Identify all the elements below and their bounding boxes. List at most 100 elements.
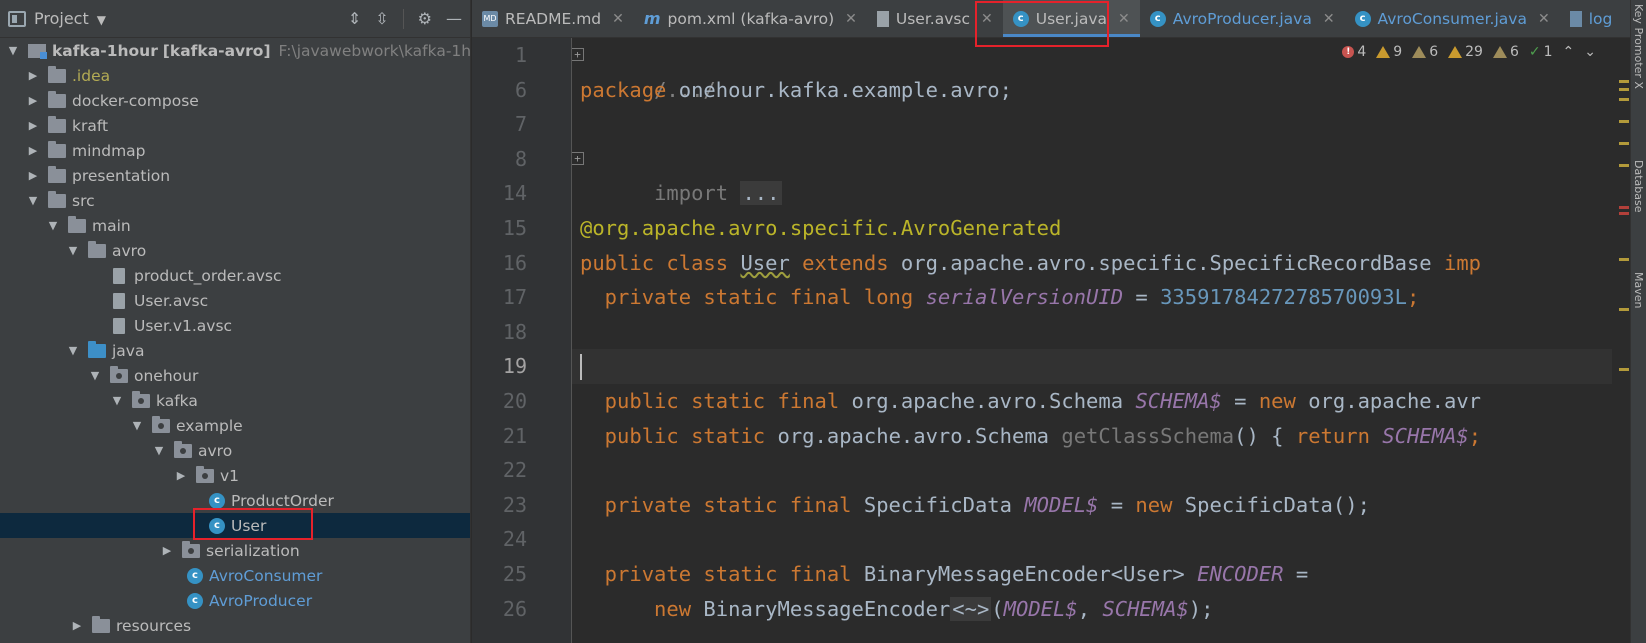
tree-item-src[interactable]: ▼ src [0, 188, 470, 213]
tree-item-mindmap[interactable]: ▶ mindmap [0, 138, 470, 163]
tree-item-idea[interactable]: ▶ .idea [0, 63, 470, 88]
tool-window-database[interactable]: Database [1632, 160, 1645, 213]
chevron-right-icon[interactable]: ▶ [26, 169, 40, 182]
line-number: 21 [502, 423, 527, 448]
tree-item-main[interactable]: ▼ main [0, 213, 470, 238]
code-line-16: public class User extends org.apache.avr… [580, 246, 1612, 281]
chevron-down-icon[interactable]: ▼ [97, 13, 106, 27]
chevron-down-icon[interactable]: ▼ [6, 44, 20, 57]
tree-item-docker-compose[interactable]: ▶ docker-compose [0, 88, 470, 113]
tree-item-kafka-1hour[interactable]: ▼ kafka-1hour [kafka-avro] F:\javawebwor… [0, 38, 497, 63]
chevron-down-icon[interactable]: ▼ [46, 219, 60, 232]
chevron-up-icon[interactable]: ⌃ [1563, 44, 1575, 60]
chevron-down-icon[interactable]: ▼ [26, 194, 40, 207]
close-icon[interactable]: ✕ [1538, 11, 1550, 27]
collapse-all-icon[interactable]: ⇳ [375, 9, 388, 28]
close-icon[interactable]: ✕ [845, 11, 857, 27]
warning-marker[interactable] [1619, 80, 1629, 83]
folded-imports[interactable]: ... [740, 181, 782, 206]
tree-item-avro-folder[interactable]: ▼ avro [0, 238, 470, 263]
inspection-errors[interactable]: ! 4 [1342, 44, 1366, 60]
inspection-widget[interactable]: ! 4 9 6 29 6 ✓ 1 ⌃ ⌄ [1338, 44, 1600, 60]
folder-icon [48, 190, 66, 208]
error-stripe[interactable] [1618, 38, 1630, 643]
tree-item-productorder[interactable]: c ProductOrder [0, 488, 470, 513]
field-name: MODEL$ [1003, 596, 1078, 621]
tree-item-resources[interactable]: ▶ resources [0, 613, 470, 638]
close-icon[interactable]: ✕ [612, 11, 624, 27]
warning-marker[interactable] [1619, 368, 1629, 371]
chevron-right-icon[interactable]: ▶ [26, 94, 40, 107]
tree-item-kafka[interactable]: ▼ kafka [0, 388, 470, 413]
tree-item-serialization[interactable]: ▶ serialization [0, 538, 470, 563]
inspection-other[interactable]: 6 [1492, 44, 1519, 60]
chevron-right-icon[interactable]: ▶ [70, 619, 84, 632]
chevron-down-icon[interactable]: ⌄ [1584, 44, 1596, 60]
close-icon[interactable]: ✕ [1323, 11, 1335, 27]
warning-marker[interactable] [1619, 120, 1629, 123]
tree-item-product-order-avsc[interactable]: product_order.avsc [0, 263, 470, 288]
expand-all-icon[interactable]: ⇕ [348, 9, 361, 28]
inspection-warnings[interactable]: 9 [1376, 44, 1402, 60]
tree-item-v1[interactable]: ▶ v1 [0, 463, 470, 488]
fold-expand-icon[interactable]: + [572, 48, 584, 61]
code-editor[interactable]: +/.../ package onehour.kafka.example.avr… [572, 38, 1612, 643]
chevron-down-icon[interactable]: ▼ [66, 244, 80, 257]
chevron-down-icon[interactable]: ▼ [110, 394, 124, 407]
chevron-right-icon[interactable]: ▶ [26, 69, 40, 82]
chevron-down-icon[interactable]: ▼ [152, 444, 166, 457]
chevron-down-icon[interactable]: ▼ [88, 369, 102, 382]
tab-avroproducer-java[interactable]: c AvroProducer.java ✕ [1140, 0, 1345, 37]
close-icon[interactable]: ✕ [981, 11, 993, 27]
hide-panel-icon[interactable]: — [446, 9, 462, 28]
chevron-right-icon[interactable]: ▶ [174, 469, 188, 482]
chevron-right-icon[interactable]: ▶ [26, 119, 40, 132]
tab-readme-md[interactable]: MD README.md ✕ [472, 0, 634, 37]
tree-item-kraft[interactable]: ▶ kraft [0, 113, 470, 138]
tool-window-maven[interactable]: Maven [1632, 272, 1645, 308]
tree-item-avroproducer[interactable]: c AvroProducer [0, 588, 470, 613]
log-file-icon [1569, 10, 1582, 27]
tree-item-presentation[interactable]: ▶ presentation [0, 163, 470, 188]
tree-item-java[interactable]: ▼ java [0, 338, 470, 363]
tab-user-java[interactable]: c User.java ✕ [1002, 0, 1140, 37]
tree-item-avroconsumer[interactable]: c AvroConsumer [0, 563, 470, 588]
tree-item-user-v1-avsc[interactable]: User.v1.avsc [0, 313, 470, 338]
tree-item-user-avsc[interactable]: User.avsc [0, 288, 470, 313]
chevron-right-icon[interactable]: ▶ [26, 144, 40, 157]
tree-item-avro-package[interactable]: ▼ avro [0, 438, 470, 463]
tool-window-key-promoter-x[interactable]: Key Promoter X [1632, 4, 1645, 89]
chevron-right-icon[interactable]: ▶ [160, 544, 174, 557]
keyword: extends [789, 250, 901, 275]
tree-item-label: kraft [72, 116, 109, 135]
inspection-ok[interactable]: ✓ 1 [1529, 44, 1553, 60]
tree-item-label: ProductOrder [231, 491, 334, 510]
gear-icon[interactable]: ⚙ [418, 9, 432, 28]
project-panel-title[interactable]: Project [34, 9, 89, 28]
warning-marker[interactable] [1619, 88, 1629, 91]
chevron-down-icon[interactable]: ▼ [130, 419, 144, 432]
close-icon[interactable]: ✕ [1118, 11, 1130, 27]
class-icon: c [209, 492, 225, 509]
tab-user-avsc[interactable]: User.avsc ✕ [867, 0, 1003, 37]
warning-marker[interactable] [1619, 258, 1629, 261]
error-marker[interactable] [1619, 212, 1629, 215]
inspection-typos[interactable]: 29 [1448, 44, 1483, 60]
constructor-call: SpecificData(); [1184, 492, 1370, 517]
tree-item-user[interactable]: c User [0, 513, 470, 538]
warning-marker[interactable] [1619, 308, 1629, 311]
tab-pom-xml[interactable]: m pom.xml (kafka-avro) ✕ [634, 0, 867, 37]
warning-marker[interactable] [1619, 142, 1629, 145]
warning-marker[interactable] [1619, 98, 1629, 101]
chevron-down-icon[interactable]: ▼ [66, 344, 80, 357]
diamond-operator[interactable]: <~> [950, 596, 992, 621]
code-line-17: private static final long serialVersionU… [580, 280, 1612, 315]
tree-item-onehour[interactable]: ▼ onehour [0, 363, 470, 388]
warning-marker[interactable] [1619, 164, 1629, 167]
error-marker[interactable] [1619, 206, 1629, 209]
tree-item-example[interactable]: ▼ example [0, 413, 470, 438]
fold-expand-icon[interactable]: + [572, 151, 584, 165]
tab-log[interactable]: log [1560, 0, 1623, 37]
inspection-weak-warnings[interactable]: 6 [1412, 44, 1438, 60]
tab-avroconsumer-java[interactable]: c AvroConsumer.java ✕ [1345, 0, 1560, 37]
